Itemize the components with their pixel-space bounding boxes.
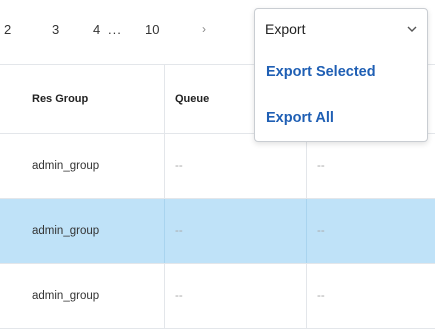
col3-cell: -- (306, 134, 435, 198)
page-10-link[interactable]: 10 (145, 22, 159, 37)
res-group-cell: admin_group (32, 290, 100, 302)
next-page-icon[interactable]: › (202, 22, 206, 36)
export-selected-option[interactable]: Export Selected (266, 64, 376, 80)
res-group-cell: admin_group (32, 225, 100, 237)
table-row[interactable]: admin_group -- -- (0, 134, 435, 199)
page-4-link[interactable]: 4 (93, 22, 100, 37)
export-dropdown-toggle[interactable]: Export (255, 9, 427, 49)
page-2-link[interactable]: 2 (4, 22, 11, 37)
column-header-res-group[interactable]: Res Group (0, 65, 164, 133)
table-row[interactable]: admin_group -- -- (0, 264, 435, 329)
export-all-option[interactable]: Export All (266, 110, 334, 126)
table-row-selected[interactable]: admin_group -- -- (0, 199, 435, 264)
export-dropdown[interactable]: Export Export Selected Export All (254, 8, 428, 142)
col3-cell: -- (306, 264, 435, 328)
pagination-ellipsis: ... (108, 22, 122, 37)
pagination: 2 3 4 ... 10 › (0, 0, 250, 60)
res-group-cell: admin_group (32, 160, 100, 172)
col3-cell: -- (306, 199, 435, 263)
page-3-link[interactable]: 3 (52, 22, 59, 37)
queue-cell: -- (164, 264, 306, 328)
queue-cell: -- (164, 199, 306, 263)
export-label: Export (265, 21, 306, 37)
chevron-down-icon (407, 26, 417, 32)
queue-cell: -- (164, 134, 306, 198)
